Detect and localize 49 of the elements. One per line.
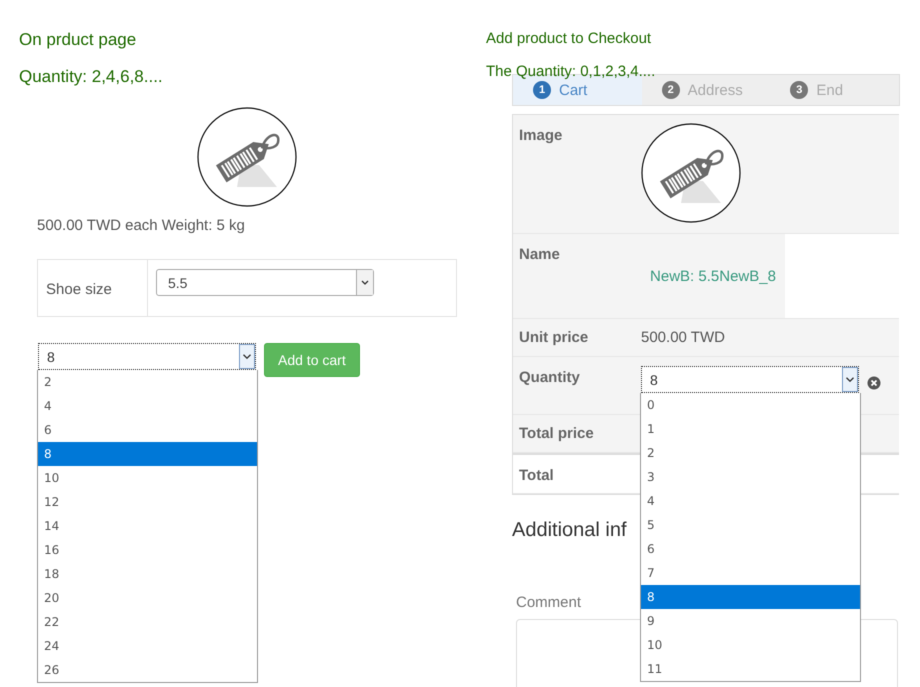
dropdown-option[interactable]: 8	[38, 442, 257, 466]
caret-icon	[239, 344, 255, 369]
dropdown-option[interactable]: 18	[38, 562, 257, 586]
dropdown-option[interactable]: 1	[641, 417, 860, 441]
dropdown-option[interactable]: 26	[38, 658, 257, 682]
dropdown-option[interactable]: 20	[38, 586, 257, 610]
dropdown-option[interactable]: 8	[641, 585, 860, 609]
dropdown-option[interactable]: 4	[641, 489, 860, 513]
caret-icon	[842, 367, 858, 392]
caption: Quantity: 2,4,6,8....	[19, 67, 164, 87]
dropdown-option[interactable]: 4	[38, 394, 257, 418]
caret-icon	[356, 270, 373, 295]
dropdown-option[interactable]: 11	[641, 657, 860, 681]
row-value: 500.00 TWD	[641, 328, 725, 348]
dropdown-option[interactable]: 10	[641, 633, 860, 657]
dropdown-option[interactable]: 10	[38, 466, 257, 490]
checkout-step[interactable]: 3 End	[770, 75, 899, 105]
dropdown-option[interactable]: 0	[641, 393, 860, 417]
row-label: Name	[518, 245, 561, 265]
price-tag-icon	[641, 123, 741, 223]
price-text: 500.00 TWD each Weight: 5 kg	[37, 217, 246, 234]
row-label: Image	[518, 126, 564, 146]
size-select[interactable]: 5.5	[156, 269, 374, 296]
dropdown-option[interactable]: 2	[641, 441, 860, 465]
option-label: Shoe size	[38, 260, 148, 316]
row-label: Total price	[518, 424, 595, 444]
dropdown-option[interactable]: 7	[641, 561, 860, 585]
dropdown-option[interactable]: 6	[641, 537, 860, 561]
row-label: Quantity	[518, 368, 581, 388]
dropdown-option[interactable]: 24	[38, 634, 257, 658]
caption: On prduct page	[19, 30, 138, 50]
row-label: Total	[518, 466, 555, 486]
dropdown-option[interactable]: 16	[38, 538, 257, 562]
quantity-select[interactable]: 8	[38, 343, 256, 370]
quantity-select[interactable]: 8	[641, 366, 859, 393]
dropdown-option[interactable]: 5	[641, 513, 860, 537]
dropdown-option[interactable]: 9	[641, 609, 860, 633]
remove-icon[interactable]	[867, 376, 881, 390]
dropdown-option[interactable]: 14	[38, 514, 257, 538]
row-label: Unit price	[518, 328, 590, 348]
section-heading: Additional inf	[512, 519, 627, 542]
caption: Add product to Checkout	[486, 30, 652, 47]
comment-label: Comment	[516, 594, 582, 611]
dropdown-option[interactable]: 2	[38, 370, 257, 394]
dropdown-option[interactable]: 6	[38, 418, 257, 442]
price-tag-icon	[197, 107, 297, 207]
dropdown-option[interactable]: 3	[641, 465, 860, 489]
dropdown-option[interactable]: 12	[38, 490, 257, 514]
dropdown-option[interactable]: 22	[38, 610, 257, 634]
